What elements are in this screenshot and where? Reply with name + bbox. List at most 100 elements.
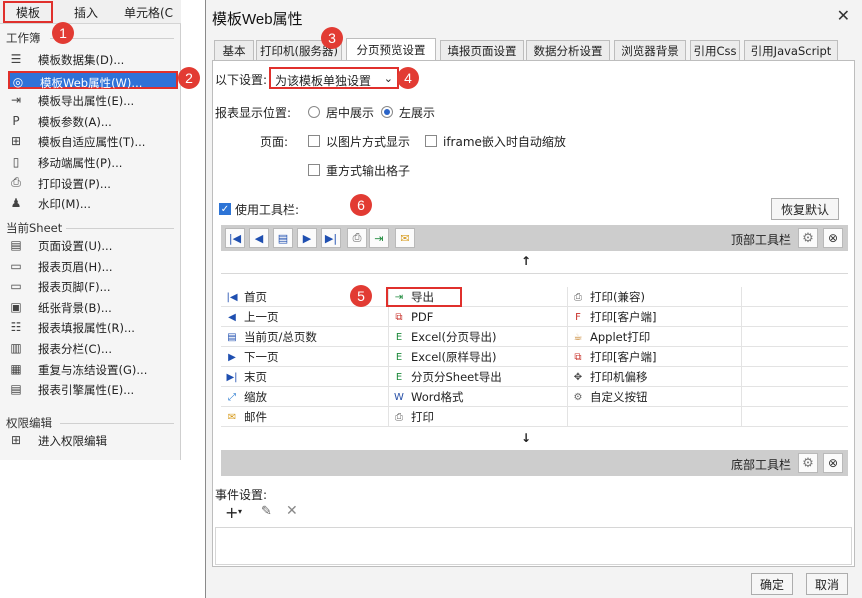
menu-item-database[interactable]: ☰ 模板数据集(D)...: [8, 50, 178, 68]
use-toolbar-checkbox[interactable]: ✓: [219, 203, 231, 215]
tab-8[interactable]: 引用JavaScript: [744, 40, 838, 60]
menu-item-engine[interactable]: ▤ 报表引擎属性(E)...: [8, 380, 178, 398]
toolbar-option[interactable]: ☕ Applet打印: [571, 327, 651, 347]
toolbar-option[interactable]: ⇥ 导出: [386, 287, 462, 307]
add-icon[interactable]: +: [225, 503, 238, 522]
export-icon: ⇥: [10, 93, 22, 108]
toolbar-option[interactable]: ◀ 上一页: [225, 307, 278, 327]
tab-5[interactable]: 数据分析设置: [526, 40, 610, 60]
tab-6[interactable]: 浏览器背景: [614, 40, 686, 60]
gear-icon: ⚙: [573, 391, 583, 403]
toolbar-option[interactable]: ⧉ PDF: [392, 307, 433, 327]
excel-icon: E: [395, 371, 403, 383]
printer-icon: ⎙: [11, 175, 21, 190]
chevron-down-icon[interactable]: ▾: [238, 507, 242, 516]
iframe-checkbox[interactable]: [425, 135, 437, 147]
close-icon[interactable]: ⊗: [823, 453, 843, 473]
menu-item-page-setup[interactable]: ▤ 页面设置(U)...: [8, 236, 178, 254]
toolbar-option[interactable]: E Excel(分页导出): [392, 327, 497, 347]
page-count-icon[interactable]: ▤: [273, 228, 293, 248]
bottom-toolbar-label: 底部工具栏: [731, 458, 792, 472]
events-list[interactable]: [215, 527, 852, 565]
radio-left[interactable]: [381, 106, 393, 118]
delete-icon[interactable]: ✕: [286, 503, 298, 519]
prev-page-icon[interactable]: ◀: [249, 228, 269, 248]
next-page-icon[interactable]: ▶: [297, 228, 317, 248]
menu-item-pagebreak[interactable]: ▥ 报表分栏(C)...: [8, 339, 178, 357]
printer-icon[interactable]: ⎙: [347, 228, 367, 248]
toolbar-option[interactable]: ✥ 打印机偏移: [571, 367, 648, 387]
menu-item-mobile[interactable]: ▯ 移动端属性(P)...: [8, 153, 178, 171]
toolbar-option[interactable]: |◀ 首页: [225, 287, 267, 307]
menu-item-label: 模板参数(A)...: [38, 114, 112, 129]
last-page-icon[interactable]: ▶|: [321, 228, 341, 248]
step-badge: 1: [52, 22, 74, 44]
tab-3[interactable]: 分页预览设置: [346, 38, 436, 60]
toolbar-option[interactable]: E 分页分Sheet导出: [392, 367, 502, 387]
gear-icon[interactable]: ⚙: [798, 453, 818, 473]
menu-item-label: 报表引擎属性(E)...: [38, 383, 135, 398]
toolbar-option-label: 末页: [244, 370, 267, 384]
toolbar-option[interactable]: W Word格式: [392, 387, 464, 407]
divider: [388, 287, 389, 427]
radio-center[interactable]: [308, 106, 320, 118]
first-page-icon[interactable]: |◀: [225, 228, 245, 248]
menu-item-footer[interactable]: ▭ 报表页脚(F)...: [8, 277, 178, 295]
menu-item-adaptive[interactable]: ⊞ 模板自适应属性(T)...: [8, 132, 178, 150]
step-badge: 5: [350, 285, 372, 307]
menu-item-stamp[interactable]: ♟ 水印(M)...: [8, 194, 178, 212]
tab-template[interactable]: 模板: [3, 1, 53, 23]
tab-panel: 以下设置: 为该模板单独设置 ⌄ 报表显示位置: 居中展示 左展示 页面: 以图…: [212, 60, 855, 567]
toolbar-option[interactable]: ▶| 末页: [225, 367, 267, 387]
menu-item-fill[interactable]: ☷ 报表填报属性(R)...: [8, 318, 178, 336]
toolbar-option-label: Excel(原样导出): [411, 350, 497, 364]
cancel-button[interactable]: 取消: [806, 573, 848, 595]
toolbar-option[interactable]: ⚙ 自定义按钮: [571, 387, 648, 407]
settings-select[interactable]: 为该模板单独设置 ⌄: [269, 67, 399, 89]
tab-insert[interactable]: 插入: [74, 4, 98, 21]
toolbar-option[interactable]: ⧉ 打印[客户端]: [571, 347, 656, 367]
menu-item-permission[interactable]: ⊞ 进入权限编辑: [8, 431, 178, 449]
repeat-checkbox[interactable]: [308, 164, 320, 176]
freeze-icon: ▦: [10, 361, 22, 376]
toolbar-option[interactable]: ⎙ 打印: [392, 407, 434, 427]
pagebreak-icon: ▥: [10, 341, 22, 355]
tab-7[interactable]: 引用Css: [690, 40, 740, 60]
up-arrow-icon[interactable]: ↑: [521, 254, 531, 268]
down-arrow-icon[interactable]: ↓: [521, 431, 531, 445]
toolbar-option[interactable]: ✉ 邮件: [225, 407, 267, 427]
mail-icon[interactable]: ✉: [395, 228, 415, 248]
toolbar-option[interactable]: ⎙ 打印(兼容): [571, 287, 645, 307]
export-icon[interactable]: ⇥: [369, 228, 389, 248]
toolbar-option-label: 打印[客户端]: [590, 310, 657, 324]
toolbar-option[interactable]: E Excel(原样导出): [392, 347, 497, 367]
section-sheet: 当前Sheet: [6, 221, 63, 235]
menu-item-freeze[interactable]: ▦ 重复与冻结设置(G)...: [8, 360, 178, 378]
close-icon[interactable]: ✕: [837, 6, 850, 25]
menu-item-printer[interactable]: ⎙ 打印设置(P)...: [8, 174, 178, 192]
table-row: [221, 307, 848, 327]
menu-item-param[interactable]: P 模板参数(A)...: [8, 112, 178, 130]
toolbar-option[interactable]: F 打印[客户端]: [571, 307, 656, 327]
database-icon: ☰: [10, 52, 22, 66]
menu-item-image[interactable]: ▣ 纸张背景(B)...: [8, 298, 178, 316]
divider: [567, 287, 568, 427]
menu-item-header[interactable]: ▭ 报表页眉(H)...: [8, 257, 178, 275]
restore-default-button[interactable]: 恢复默认: [771, 198, 839, 220]
toolbar-option[interactable]: ▤ 当前页/总页数: [225, 327, 317, 347]
last-page-icon: ▶|: [226, 371, 238, 383]
tab-cell[interactable]: 单元格(C: [124, 4, 173, 21]
menu-item-label: 进入权限编辑: [38, 434, 107, 448]
edit-icon[interactable]: ✎: [261, 504, 272, 519]
image-mode-checkbox[interactable]: [308, 135, 320, 147]
toolbar-option[interactable]: ▶ 下一页: [225, 347, 278, 367]
menu-item-globe[interactable]: ◎ 模板Web属性(W)...: [8, 70, 178, 90]
close-icon[interactable]: ⊗: [823, 228, 843, 248]
menu-item-label: 打印设置(P)...: [38, 176, 111, 191]
menu-item-export[interactable]: ⇥ 模板导出属性(E)...: [8, 91, 178, 109]
tab-1[interactable]: 基本: [214, 40, 254, 60]
ok-button[interactable]: 确定: [751, 573, 793, 595]
tab-4[interactable]: 填报页面设置: [440, 40, 524, 60]
gear-icon[interactable]: ⚙: [798, 228, 818, 248]
toolbar-option[interactable]: ⤢ 缩放: [225, 387, 267, 407]
